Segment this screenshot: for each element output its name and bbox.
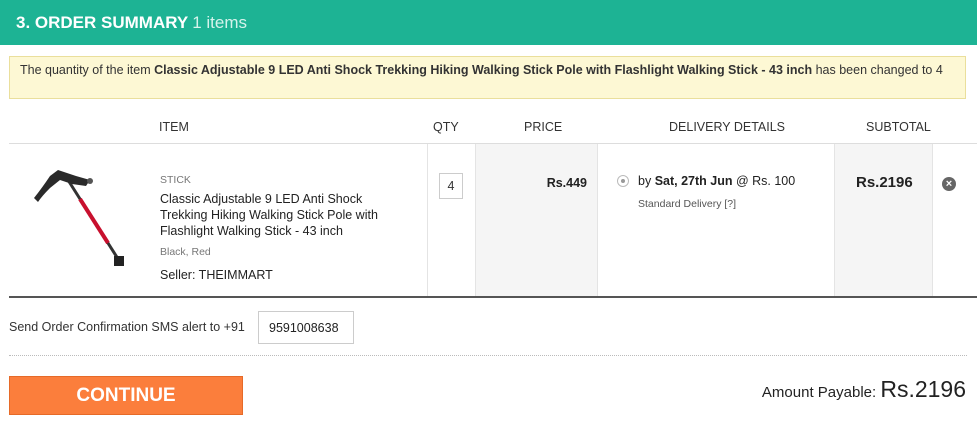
column-header-subtotal: SUBTOTAL — [866, 120, 931, 134]
delivery-type[interactable]: Standard Delivery [?] — [638, 198, 736, 210]
dotted-divider — [9, 355, 967, 356]
delivery-by: by — [638, 174, 655, 188]
amount-payable: Amount Payable: Rs.2196 — [762, 376, 966, 403]
delivery-charge: @ Rs. 100 — [732, 174, 796, 188]
delivery-details: by Sat, 27th Jun @ Rs. 100 — [638, 174, 795, 188]
column-divider — [597, 144, 598, 296]
amount-label: Amount Payable: — [761, 384, 881, 401]
section-title: 3. ORDER SUMMARY — [16, 13, 189, 32]
column-header-item: ITEM — [159, 120, 189, 134]
column-divider — [932, 144, 933, 296]
unit-price: Rs.449 — [546, 176, 587, 190]
close-icon[interactable]: × — [942, 177, 956, 191]
row-subtotal: Rs.2196 — [856, 174, 913, 191]
notice-prefix: The quantity of the item — [20, 63, 155, 77]
subtotal-column-bg — [834, 144, 933, 296]
product-color: Black, Red — [160, 246, 211, 258]
quantity-change-notice: The quantity of the item Classic Adjusta… — [9, 56, 966, 99]
price-column-bg — [475, 144, 597, 296]
product-category: STICK — [160, 174, 191, 186]
amount-value: Rs.2196 — [880, 376, 966, 402]
column-divider — [475, 144, 476, 296]
notice-suffix: has been changed to 4 — [812, 63, 943, 77]
item-count: 1 items — [192, 13, 248, 32]
product-seller: Seller: THEIMMART — [160, 268, 273, 282]
column-header-delivery: DELIVERY DETAILS — [669, 120, 786, 134]
delivery-option-radio[interactable] — [617, 175, 629, 187]
delivery-date: Sat, 27th Jun — [654, 174, 733, 188]
sms-alert-label: Send Order Confirmation SMS alert to +91 — [9, 320, 245, 334]
order-summary-header: 3. ORDER SUMMARY 1 items — [0, 0, 977, 45]
column-header-price: PRICE — [524, 120, 563, 134]
column-header-qty: QTY — [433, 120, 459, 134]
column-divider — [427, 144, 428, 296]
sms-phone-input[interactable] — [258, 311, 354, 344]
continue-button[interactable]: CONTINUE — [9, 376, 243, 415]
column-divider — [834, 144, 835, 296]
table-bottom-divider — [9, 296, 977, 298]
quantity-field[interactable]: 4 — [439, 173, 463, 199]
product-name[interactable]: Classic Adjustable 9 LED Anti Shock Trek… — [160, 191, 400, 239]
notice-item-name: Classic Adjustable 9 LED Anti Shock Trek… — [154, 63, 813, 77]
product-thumbnail[interactable] — [28, 162, 132, 272]
